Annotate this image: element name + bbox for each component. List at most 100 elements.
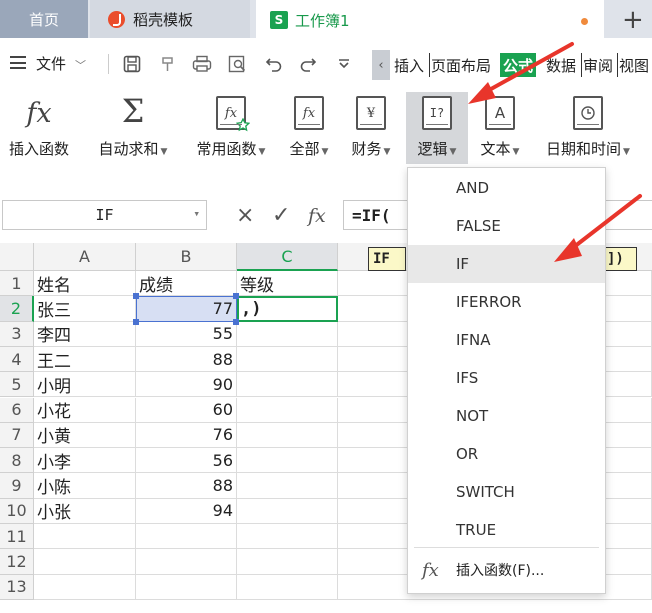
fx-icon[interactable]: fx (308, 205, 326, 227)
redo-icon[interactable] (296, 52, 320, 76)
common-functions-button[interactable]: fx 常用函数 ▼ (188, 92, 274, 164)
row-header-2[interactable]: 2 (0, 296, 34, 322)
date-time-functions-button[interactable]: 日期和时间 ▼ (536, 92, 640, 164)
row-header-11[interactable]: 11 (0, 524, 34, 550)
cell-b4[interactable]: 88 (136, 346, 237, 373)
financial-functions-button[interactable]: ¥ 财务 ▼ (342, 92, 400, 164)
print-preview-icon[interactable] (226, 52, 250, 76)
name-box[interactable]: IF ▾ (2, 200, 207, 230)
chevron-down-icon[interactable]: ▾ (193, 207, 200, 220)
cell-c5[interactable] (237, 372, 338, 398)
all-functions-button[interactable]: fx 全部 ▼ (282, 92, 336, 164)
tab-page-layout[interactable]: 页面布局 (429, 53, 492, 77)
row-header-8[interactable]: 8 (0, 448, 34, 474)
cell-a12[interactable] (34, 549, 136, 575)
tab-insert[interactable]: 插入 (393, 53, 425, 77)
cell-c1[interactable]: 等级 (237, 271, 338, 297)
cell-c7[interactable] (237, 422, 338, 449)
cell-a8[interactable]: 小李 (34, 448, 136, 474)
autosum-button[interactable]: Σ 自动求和 ▼ (90, 92, 176, 164)
logical-functions-button[interactable]: I? 逻辑 ▼ (406, 92, 468, 164)
cell-c13[interactable] (237, 574, 338, 600)
cell-a10[interactable]: 小张 (34, 498, 136, 524)
row-header-4[interactable]: 4 (0, 346, 34, 373)
function-item-and[interactable]: AND (408, 169, 605, 207)
cell-c9[interactable] (237, 473, 338, 499)
print-icon[interactable] (190, 52, 214, 76)
cell-c4[interactable] (237, 346, 338, 373)
cell-c8[interactable] (237, 448, 338, 474)
row-header-5[interactable]: 5 (0, 372, 34, 398)
function-item-if[interactable]: IF (408, 245, 605, 283)
cell-a11[interactable] (34, 524, 136, 550)
tab-data[interactable]: 数据 (545, 53, 577, 77)
cell-a6[interactable]: 小花 (34, 397, 136, 423)
cell-b12[interactable] (136, 549, 237, 575)
cell-b3[interactable]: 55 (136, 321, 237, 347)
format-painter-icon[interactable] (156, 52, 180, 76)
cell-c3[interactable] (237, 321, 338, 347)
row-header-7[interactable]: 7 (0, 422, 34, 449)
cell-b1[interactable]: 成绩 (136, 271, 237, 297)
new-tab-button[interactable]: + (622, 5, 644, 35)
function-item-or[interactable]: OR (408, 435, 605, 473)
tab-formulas[interactable]: 公式 (500, 53, 537, 77)
cell-a2[interactable]: 张三 (34, 296, 136, 322)
function-item-ifs[interactable]: IFS (408, 359, 605, 397)
insert-function-menu-item[interactable]: fx 插入函数(F)... (408, 549, 605, 591)
column-header-c[interactable]: C (237, 243, 338, 271)
file-menu[interactable]: 文件 ﹀ (36, 53, 86, 74)
tab-home[interactable]: 首页 (0, 0, 88, 38)
cell-c10[interactable] (237, 498, 338, 524)
function-item-iferror[interactable]: IFERROR (408, 283, 605, 321)
column-header-b[interactable]: B (136, 243, 237, 271)
text-functions-button[interactable]: A 文本 ▼ (472, 92, 528, 164)
function-item-switch[interactable]: SWITCH (408, 473, 605, 511)
cell-a5[interactable]: 小明 (34, 372, 136, 398)
confirm-icon[interactable]: ✓ (272, 203, 290, 228)
cell-a7[interactable]: 小黄 (34, 422, 136, 449)
column-header-a[interactable]: A (34, 243, 136, 271)
row-header-9[interactable]: 9 (0, 473, 34, 499)
cell-a1[interactable]: 姓名 (34, 271, 136, 297)
range-handle[interactable] (133, 318, 139, 325)
cell-a3[interactable]: 李四 (34, 321, 136, 347)
cell-b2[interactable]: 77 (136, 296, 237, 322)
customize-toolbar-icon[interactable] (332, 52, 356, 76)
function-item-false[interactable]: FALSE (408, 207, 605, 245)
cancel-icon[interactable]: × (236, 203, 254, 228)
row-header-3[interactable]: 3 (0, 321, 34, 347)
cell-a13[interactable] (34, 574, 136, 600)
cell-c6[interactable] (237, 397, 338, 423)
cell-b10[interactable]: 94 (136, 498, 237, 524)
tab-review[interactable]: 审阅 (581, 53, 614, 77)
cell-b11[interactable] (136, 524, 237, 550)
cell-b8[interactable]: 56 (136, 448, 237, 474)
range-handle[interactable] (133, 293, 139, 300)
row-header-6[interactable]: 6 (0, 397, 34, 423)
function-item-ifna[interactable]: IFNA (408, 321, 605, 359)
cell-a9[interactable]: 小陈 (34, 473, 136, 499)
tab-workbook[interactable]: S 工作簿1 (256, 0, 604, 38)
row-header-1[interactable]: 1 (0, 271, 34, 297)
cell-b7[interactable]: 76 (136, 422, 237, 449)
cell-b9[interactable]: 88 (136, 473, 237, 499)
insert-function-button[interactable]: fx 插入函数 (2, 92, 76, 164)
hamburger-icon[interactable] (10, 56, 26, 69)
range-handle[interactable] (233, 293, 239, 300)
select-all-corner[interactable] (0, 243, 34, 271)
function-item-not[interactable]: NOT (408, 397, 605, 435)
row-header-12[interactable]: 12 (0, 549, 34, 575)
row-header-13[interactable]: 13 (0, 574, 34, 600)
cell-a4[interactable]: 王二 (34, 346, 136, 373)
undo-icon[interactable] (262, 52, 286, 76)
cell-b5[interactable]: 90 (136, 372, 237, 398)
row-header-10[interactable]: 10 (0, 498, 34, 524)
scroll-left-icon[interactable]: ‹ (372, 50, 390, 80)
save-icon[interactable] (120, 52, 144, 76)
cell-c11[interactable] (237, 524, 338, 550)
tab-view[interactable]: 视图 (617, 53, 650, 77)
cell-c12[interactable] (237, 549, 338, 575)
cell-c2[interactable]: ,) (237, 296, 338, 322)
cell-b13[interactable] (136, 574, 237, 600)
